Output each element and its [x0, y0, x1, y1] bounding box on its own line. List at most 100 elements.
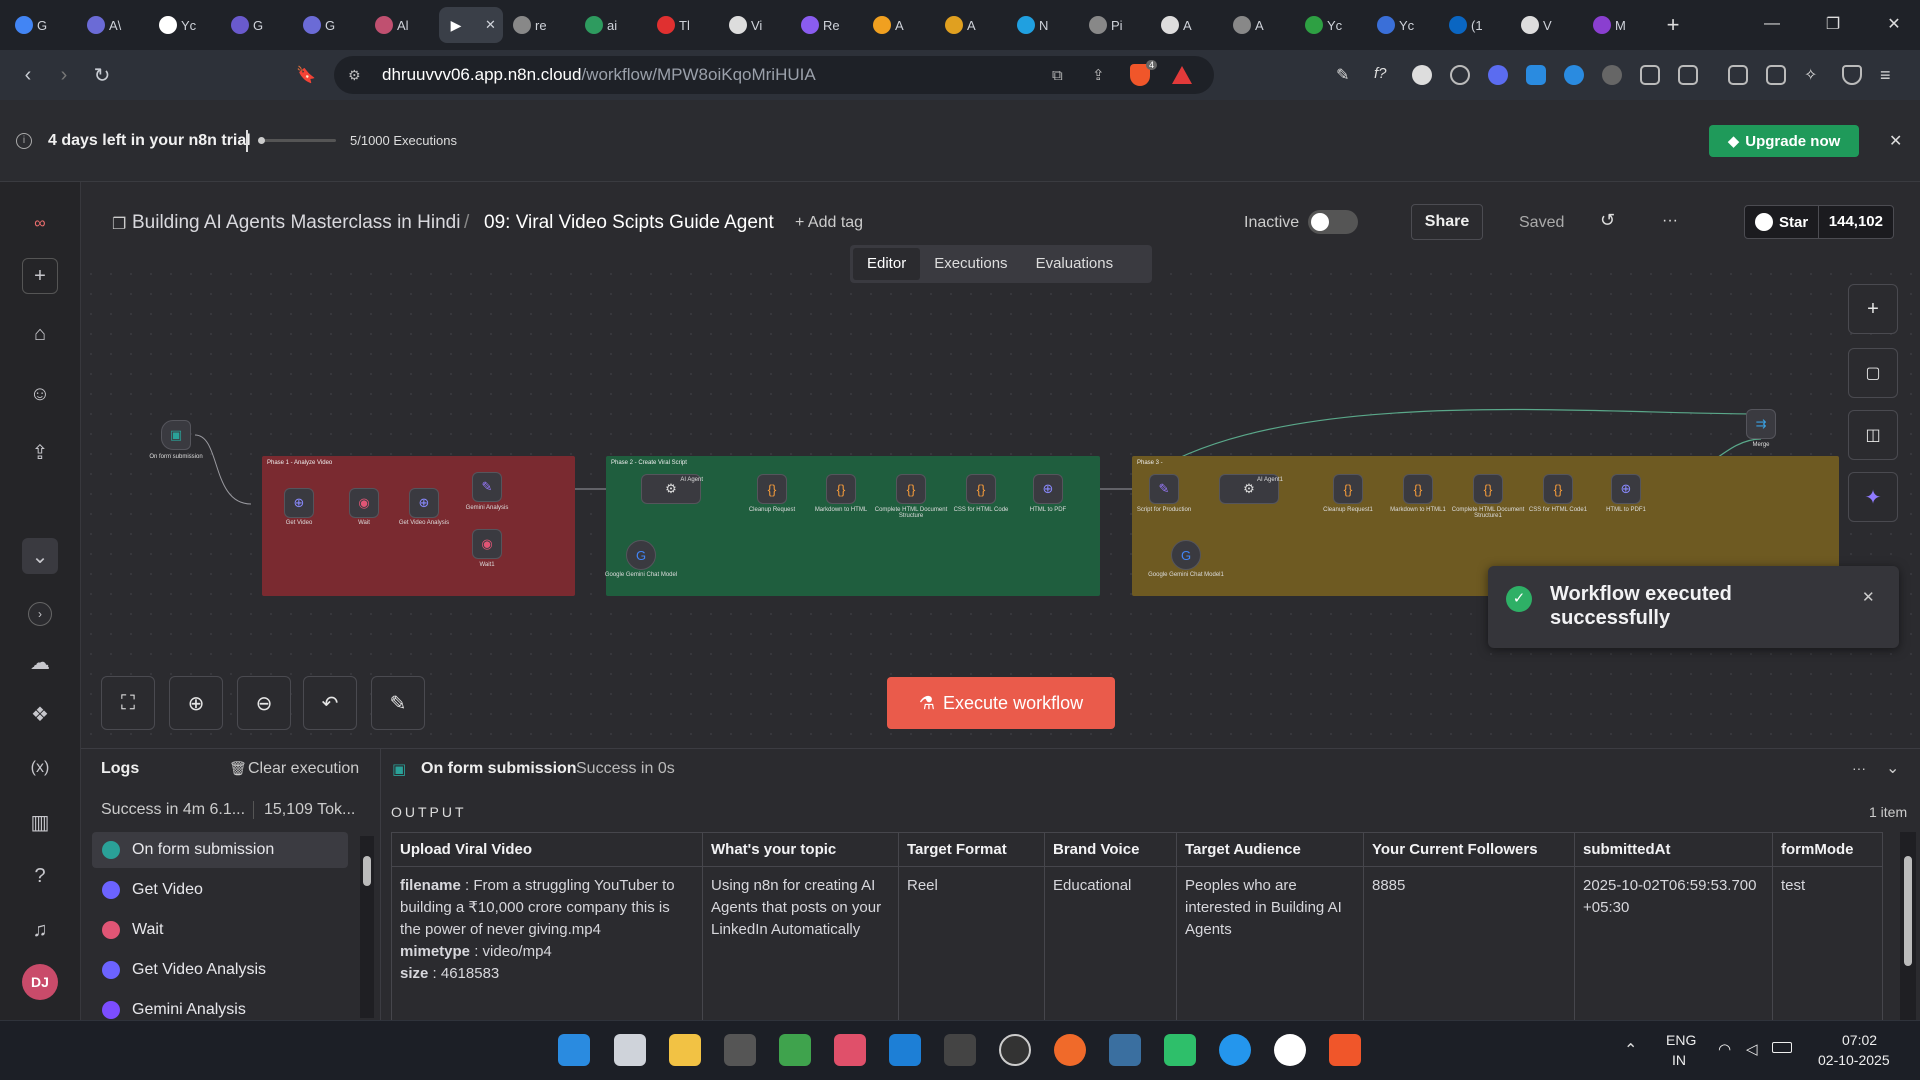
minimize-button[interactable]: —: [1749, 8, 1795, 40]
app-icon[interactable]: [1274, 1034, 1306, 1066]
clock-time[interactable]: 07:02: [1842, 1032, 1877, 1048]
docker-icon[interactable]: [1219, 1034, 1251, 1066]
tray-chevron-icon[interactable]: ⌃: [1624, 1040, 1637, 1060]
browser-tab[interactable]: Al: [367, 7, 437, 43]
terminal-icon[interactable]: [944, 1034, 976, 1066]
merge-node[interactable]: ⇉: [1746, 409, 1776, 439]
browser-tab[interactable]: ai: [577, 7, 647, 43]
help-icon[interactable]: ?: [22, 858, 58, 894]
home-icon[interactable]: ⌂: [22, 316, 58, 352]
active-toggle[interactable]: [1308, 210, 1358, 234]
pen-extension-icon[interactable]: ✎: [1336, 65, 1356, 85]
log-item[interactable]: Get Video: [92, 872, 348, 908]
browser-tab[interactable]: V: [1513, 7, 1583, 43]
more-options-icon[interactable]: ···: [1662, 212, 1678, 230]
cloud-icon[interactable]: ☁: [22, 644, 58, 680]
browser-tab[interactable]: N: [1009, 7, 1079, 43]
notifications-icon[interactable]: ♫: [22, 912, 58, 948]
tab-executions[interactable]: Executions: [920, 248, 1021, 280]
markdown-to-html1-node[interactable]: {}: [1403, 474, 1433, 504]
extension-icon[interactable]: [1526, 65, 1546, 85]
browser-tab[interactable]: Pi: [1081, 7, 1151, 43]
wait1-node[interactable]: ◉: [472, 529, 502, 559]
browser-tab[interactable]: G: [223, 7, 293, 43]
n8n-logo-icon[interactable]: ∞: [22, 206, 58, 242]
collapse-panel-icon[interactable]: ⌄: [1886, 758, 1899, 778]
file-explorer-icon[interactable]: [669, 1034, 701, 1066]
collapse-icon[interactable]: ⌄: [22, 538, 58, 574]
gemini-chat-model-node[interactable]: G: [626, 540, 656, 570]
wallet-icon[interactable]: [1766, 65, 1786, 85]
workflow-title[interactable]: 09: Viral Video Scipts Guide Agent: [484, 212, 774, 234]
clock-date[interactable]: 02-10-2025: [1818, 1052, 1890, 1068]
browser-tab[interactable]: re: [505, 7, 575, 43]
extension-icon[interactable]: [1488, 65, 1508, 85]
wifi-icon[interactable]: ◠: [1718, 1040, 1731, 1058]
extension-icon[interactable]: [1412, 65, 1432, 85]
maximize-button[interactable]: ❐: [1810, 8, 1856, 40]
cleanup-request1-node[interactable]: {}: [1333, 474, 1363, 504]
toast-close-icon[interactable]: ✕: [1862, 588, 1875, 606]
browser-tab[interactable]: G: [295, 7, 365, 43]
reload-icon[interactable]: ↻: [84, 57, 120, 93]
css-for-html-node[interactable]: {}: [966, 474, 996, 504]
puzzle-icon[interactable]: [1640, 65, 1660, 85]
app-icon[interactable]: [1054, 1034, 1086, 1066]
css-for-html1-node[interactable]: {}: [1543, 474, 1573, 504]
workflow-canvas[interactable]: ▣ On form submission Phase 1 - Analyze V…: [81, 264, 1920, 748]
sticky-note-icon[interactable]: ▢: [1848, 348, 1898, 398]
forward-icon[interactable]: ›: [46, 57, 82, 93]
share-button[interactable]: Share: [1411, 204, 1483, 240]
new-tab-button[interactable]: +: [1656, 8, 1690, 42]
form-trigger-node[interactable]: ▣: [161, 420, 191, 450]
brave-taskbar-icon[interactable]: [1329, 1034, 1361, 1066]
browser-tab[interactable]: Re: [793, 7, 863, 43]
browser-tab[interactable]: A: [865, 7, 935, 43]
extension-icon[interactable]: [1564, 65, 1584, 85]
formula-extension-icon[interactable]: f?: [1374, 65, 1394, 85]
variables-icon[interactable]: (x): [22, 750, 58, 786]
user-icon[interactable]: ☺: [22, 376, 58, 412]
share-icon[interactable]: ⇪: [22, 434, 58, 470]
add-tag-button[interactable]: + Add tag: [795, 214, 863, 232]
back-icon[interactable]: ‹: [10, 57, 46, 93]
gemini-analysis-node[interactable]: ✎: [472, 472, 502, 502]
browser-tab[interactable]: Vi: [721, 7, 791, 43]
complete-html-node[interactable]: {}: [896, 474, 926, 504]
browser-tab[interactable]: G: [7, 7, 77, 43]
project-breadcrumb[interactable]: Building AI Agents Masterclass in Hindi: [132, 212, 460, 234]
tab-evaluations[interactable]: Evaluations: [1022, 248, 1128, 280]
cleanup-request-node[interactable]: {}: [757, 474, 787, 504]
history-icon[interactable]: ↺: [1600, 210, 1615, 231]
clear-execution-button[interactable]: Clear execution: [248, 760, 359, 778]
get-video-node[interactable]: ⊕: [284, 488, 314, 518]
volume-icon[interactable]: ◁: [1746, 1040, 1758, 1058]
start-icon[interactable]: [558, 1034, 590, 1066]
app-icon[interactable]: [724, 1034, 756, 1066]
tidy-up-icon[interactable]: ✎: [371, 676, 425, 730]
expand-sidebar-icon[interactable]: ›: [28, 602, 52, 626]
complete-html1-node[interactable]: {}: [1473, 474, 1503, 504]
browser-tab[interactable]: A: [1153, 7, 1223, 43]
scrollbar-thumb[interactable]: [1904, 856, 1912, 966]
screenshot-icon[interactable]: [1678, 65, 1698, 85]
dismiss-banner-icon[interactable]: ✕: [1889, 131, 1902, 151]
browser-tab[interactable]: Yc: [1369, 7, 1439, 43]
close-window-button[interactable]: ✕: [1871, 8, 1917, 40]
add-node-icon[interactable]: +: [1848, 284, 1898, 334]
browser-tab[interactable]: A\: [79, 7, 149, 43]
sidebar-toggle-icon[interactable]: [1728, 65, 1748, 85]
gemini-chat-model1-node[interactable]: G: [1171, 540, 1201, 570]
html-to-pdf-node[interactable]: ⊕: [1033, 474, 1063, 504]
html-to-pdf1-node[interactable]: ⊕: [1611, 474, 1641, 504]
url-field[interactable]: ⚙ dhruuvvv06.app.n8n.cloud/workflow/MPW8…: [334, 56, 1214, 94]
avatar[interactable]: DJ: [22, 964, 58, 1000]
markdown-to-html-node[interactable]: {}: [826, 474, 856, 504]
app-icon[interactable]: [1164, 1034, 1196, 1066]
browser-tab[interactable]: Tl: [649, 7, 719, 43]
browser-tab[interactable]: (1: [1441, 7, 1511, 43]
github-star-button[interactable]: Star 144,102: [1744, 205, 1894, 239]
menu-icon[interactable]: ≡: [1880, 65, 1900, 85]
get-video-analysis-node[interactable]: ⊕: [409, 488, 439, 518]
copy-icon[interactable]: ⧉: [1052, 67, 1063, 84]
